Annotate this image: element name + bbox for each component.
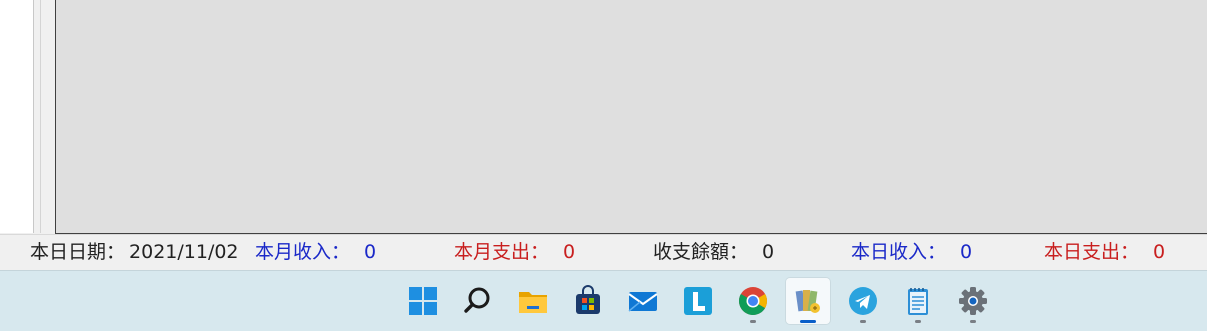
today-income-label: 本日收入： <box>851 241 947 263</box>
balance-value: 0 <box>762 241 775 263</box>
file-explorer-button[interactable] <box>511 278 555 324</box>
month-income-label: 本月收入： <box>255 241 351 263</box>
balance-status: 收支餘額： 0 <box>653 236 774 268</box>
settings-icon <box>959 287 987 315</box>
today-expense-label: 本日支出： <box>1044 241 1140 263</box>
today-expense-value: 0 <box>1153 241 1166 263</box>
settings-button[interactable] <box>951 278 995 324</box>
file-explorer-icon <box>519 292 547 313</box>
content-panel[interactable] <box>55 0 1207 234</box>
mail-button[interactable] <box>621 278 665 324</box>
store-button[interactable] <box>566 278 610 324</box>
app-window: 本日日期： 2021/11/02 本月收入： 0 本月支出： 0 收支餘額： 0 本日收… <box>0 0 1207 271</box>
l-app-button[interactable] <box>676 278 720 324</box>
today-date-value: 2021/11/02 <box>129 241 239 263</box>
notepad-button[interactable] <box>896 278 940 324</box>
status-bar: 本日日期： 2021/11/02 本月收入： 0 本月支出： 0 收支餘額： 0 本日收… <box>0 234 1207 271</box>
month-expense-value: 0 <box>563 241 576 263</box>
today-income-value: 0 <box>960 241 973 263</box>
mail-icon <box>628 292 658 312</box>
left-list-panel[interactable] <box>0 0 34 233</box>
chrome-button[interactable] <box>731 278 775 324</box>
active-indicator <box>800 320 816 323</box>
taskbar <box>0 270 1207 331</box>
running-indicator <box>860 320 866 323</box>
search-icon <box>464 287 490 313</box>
search-button[interactable] <box>456 278 500 324</box>
running-indicator <box>750 320 756 323</box>
l-app-icon <box>684 287 712 315</box>
month-income-status: 本月收入： 0 <box>255 236 376 268</box>
month-expense-status: 本月支出： 0 <box>454 236 575 268</box>
today-date-status: 本日日期： 2021/11/02 <box>30 236 239 268</box>
running-indicator <box>915 320 921 323</box>
month-income-value: 0 <box>364 241 377 263</box>
month-expense-label: 本月支出： <box>454 241 550 263</box>
today-date-label: 本日日期： <box>30 241 126 263</box>
telegram-button[interactable] <box>841 278 885 324</box>
today-expense-status: 本日支出： 0 <box>1044 236 1165 268</box>
panel-splitter[interactable] <box>34 0 41 233</box>
telegram-icon <box>849 287 877 315</box>
chrome-icon <box>739 287 767 315</box>
windows-start-icon <box>409 287 437 315</box>
start-button[interactable] <box>401 278 445 324</box>
microsoft-store-icon <box>576 285 600 314</box>
running-indicator <box>970 320 976 323</box>
today-income-status: 本日收入： 0 <box>851 236 972 268</box>
ledger-app-button[interactable] <box>786 278 830 324</box>
balance-label: 收支餘額： <box>653 241 749 263</box>
ledger-app-icon <box>795 290 820 313</box>
notepad-icon <box>908 288 928 315</box>
